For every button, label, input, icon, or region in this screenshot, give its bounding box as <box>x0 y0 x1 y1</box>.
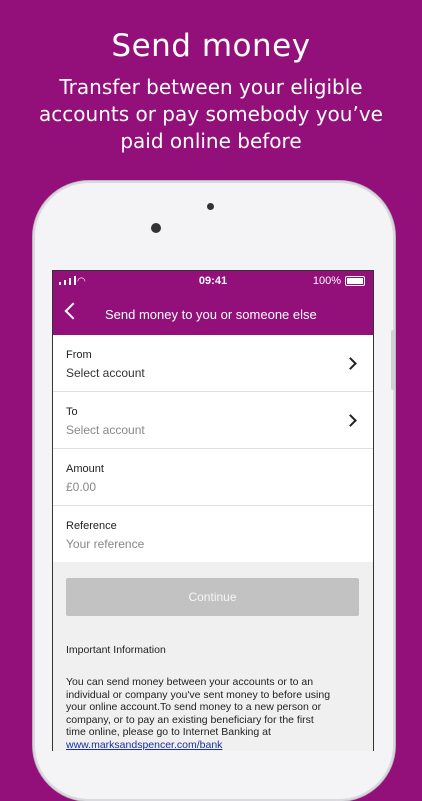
to-value: Select account <box>66 423 145 437</box>
phone-side-button <box>391 330 395 390</box>
battery-status: 100% <box>313 275 365 287</box>
info-text: You can send money between your accounts… <box>66 676 334 751</box>
continue-button[interactable]: Continue <box>66 578 359 616</box>
promo-subtitle: Transfer between your eligible accounts … <box>39 75 383 153</box>
amount-field[interactable]: Amount £0.00 <box>53 449 373 506</box>
battery-percent: 100% <box>312 275 341 287</box>
info-heading: Important Information <box>66 644 166 656</box>
chevron-right-icon <box>344 357 357 370</box>
battery-icon <box>345 276 365 286</box>
from-label: From <box>66 349 92 361</box>
bank-link[interactable]: www.marksandspencer.com/bank <box>66 739 222 751</box>
phone-sensor <box>207 203 214 210</box>
from-value: Select account <box>66 366 145 380</box>
promo-title: Send money <box>111 28 311 64</box>
reference-input[interactable]: Your reference <box>66 537 144 551</box>
to-account-selector[interactable]: To Select account <box>53 392 373 449</box>
nav-bar: Send money to you or someone else <box>53 293 373 335</box>
to-label: To <box>66 406 78 418</box>
chevron-left-icon[interactable] <box>64 302 82 320</box>
reference-field[interactable]: Reference Your reference <box>53 506 373 562</box>
app-screen: ◠ 09:41 100% Send money to you or someon… <box>52 270 374 751</box>
status-bar: ◠ 09:41 100% <box>53 271 373 293</box>
reference-label: Reference <box>66 520 117 532</box>
button-area: Continue <box>53 562 373 632</box>
info-section: Important Information You can send money… <box>53 632 373 751</box>
info-body: You can send money between your accounts… <box>66 676 331 738</box>
amount-input[interactable]: £0.00 <box>66 480 96 494</box>
from-account-selector[interactable]: From Select account <box>53 335 373 392</box>
phone-camera <box>151 223 161 233</box>
amount-label: Amount <box>66 463 104 475</box>
nav-title: Send money to you or someone else <box>105 307 317 322</box>
chevron-right-icon <box>344 414 357 427</box>
